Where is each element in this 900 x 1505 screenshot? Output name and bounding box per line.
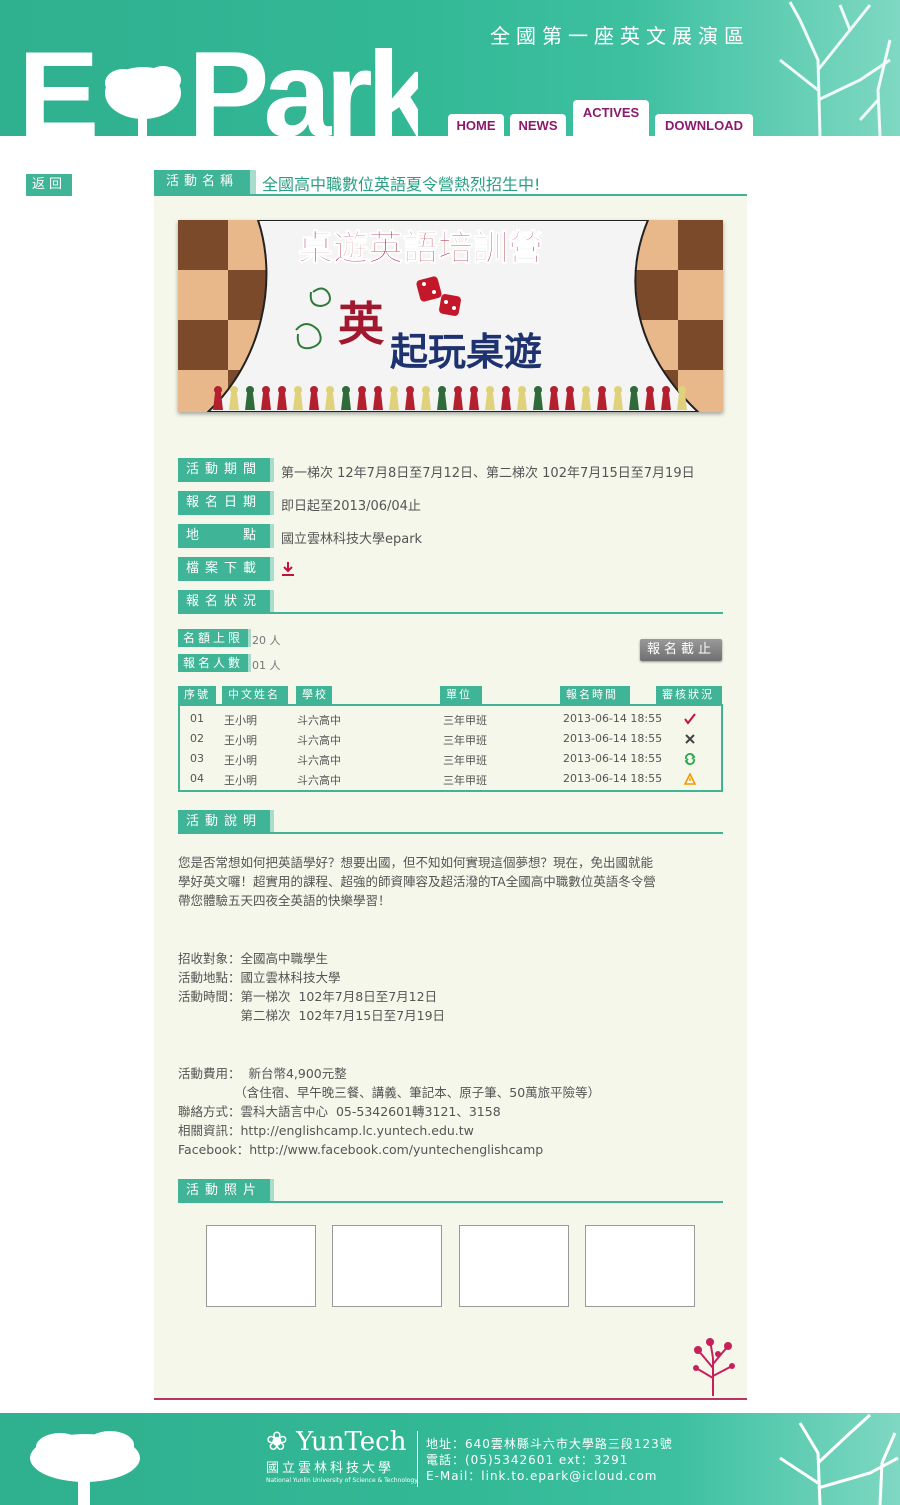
site-tagline: 全國第一座英文展演區 (490, 24, 750, 48)
table-cell-no: 03 (190, 752, 204, 765)
location-value: 國立雲林科技大學epark (281, 532, 423, 547)
count-value: 01 人 (252, 659, 281, 672)
quota-label: 名額上限 (178, 629, 251, 647)
photo-thumbnail[interactable] (332, 1225, 442, 1307)
photos-section-label: 活動照片 (178, 1179, 274, 1203)
footer-branch-icon (779, 1413, 899, 1505)
epark-logo[interactable]: E Park (18, 38, 418, 136)
table-cell-school: 斗六高中 (297, 714, 341, 727)
banner-sub-char: 英 (338, 297, 385, 351)
period-label: 活動期間 (178, 458, 274, 482)
table-cell-unit: 三年甲班 (443, 734, 487, 747)
detail-contact: 聯絡方式：雲科大語言中心 05-5342601轉3121、3158 (178, 1104, 501, 1119)
table-cell-time: 2013-06-14 18:55 (563, 752, 663, 765)
description-divider (178, 832, 723, 834)
check-icon (684, 713, 696, 725)
table-cell-name: 王小明 (224, 734, 257, 747)
activity-banner: 桌遊英語培訓營 英 起玩桌遊 (178, 220, 723, 412)
nav-download[interactable]: DOWNLOAD (655, 114, 753, 136)
photo-thumbnail[interactable] (585, 1225, 695, 1307)
site-header: 全國第一座英文展演區 E Park HOME NEWS ACTIVES DOWN… (0, 0, 900, 136)
nav-actives[interactable]: ACTIVES (573, 100, 649, 136)
footer-tree-icon (30, 1431, 140, 1505)
detail-info-link[interactable]: 相關資訊：http://englishcamp.lc.yuntech.edu.t… (178, 1121, 474, 1140)
detail-time-2: 第二梯次 102年7月15日至7月19日 (178, 1008, 446, 1023)
reg-date-label: 報名日期 (178, 491, 274, 515)
column-no: 序號 (178, 686, 216, 704)
download-icon[interactable] (282, 562, 294, 576)
table-cell-unit: 三年甲班 (443, 714, 487, 727)
download-label: 檔案下載 (178, 557, 274, 581)
footer-phone: 電話：(05)5342601 ext：3291 (426, 1453, 629, 1467)
registration-closed-button[interactable]: 報名截止 (640, 639, 722, 661)
yuntech-name-cn: 國立雲林科技大學 (266, 1461, 395, 1476)
description-section-label: 活動說明 (178, 810, 274, 834)
reg-date-value: 即日起至2013/06/04止 (281, 499, 421, 514)
table-cell-name: 王小明 (224, 774, 257, 787)
detail-location: 活動地點：國立雲林科技大學 (178, 970, 341, 985)
table-cell-time: 2013-06-14 18:55 (563, 732, 663, 745)
nav-news[interactable]: NEWS (510, 114, 566, 136)
table-cell-unit: 三年甲班 (443, 774, 487, 787)
detail-target: 招收對象：全國高中職學生 (178, 951, 329, 966)
yuntech-brand-text: YunTech (296, 1427, 407, 1457)
table-cell-school: 斗六高中 (297, 734, 341, 747)
description-intro-2: 學好英文囉！超實用的課程、超強的師資陣容及超活潑的TA全國高中職數位英語冬令營 (178, 874, 656, 889)
table-cell-time: 2013-06-14 18:55 (563, 712, 663, 725)
detail-fee: 活動費用： 新台幣4,900元整 (178, 1066, 347, 1081)
description-intro-3: 帶您體驗五天四夜全英語的快樂學習！ (178, 893, 391, 908)
footer-address: 地址：640雲林縣斗六市大學路三段123號 (426, 1437, 673, 1451)
pink-tree-icon (693, 1338, 735, 1396)
yuntech-name-en: National Yunlin University of Science & … (266, 1477, 418, 1484)
site-footer: ❀ YunTech 國立雲林科技大學 National Yunlin Unive… (0, 1413, 900, 1505)
yuntech-brand[interactable]: ❀ YunTech (266, 1427, 406, 1457)
detail-facebook-link[interactable]: Facebook：http://www.facebook.com/yuntech… (178, 1140, 543, 1159)
yuntech-flower-icon: ❀ (266, 1427, 288, 1457)
table-cell-school: 斗六高中 (297, 774, 341, 787)
photo-thumbnail[interactable] (459, 1225, 569, 1307)
table-cell-name: 王小明 (224, 714, 257, 727)
banner-sub-text: 起玩桌遊 (390, 330, 542, 374)
location-label: 地 點 (178, 524, 274, 548)
column-name: 中文姓名 (222, 686, 288, 704)
footer-email[interactable]: E-Mail：link.to.epark@icloud.com (426, 1467, 658, 1484)
photos-divider (178, 1201, 723, 1203)
column-school: 學校 (296, 686, 332, 704)
column-unit: 單位 (440, 686, 482, 704)
detail-fee-includes: （含住宿、早午晚三餐、講義、筆記本、原子筆、50萬旅平險等） (178, 1085, 601, 1100)
nav-home[interactable]: HOME (448, 114, 504, 136)
cross-icon (685, 734, 695, 744)
activity-name-label: 活動名稱 (154, 170, 256, 194)
registration-divider (178, 612, 723, 614)
warning-icon (684, 773, 696, 785)
svg-text:E: E (18, 38, 95, 136)
registration-section-label: 報名狀況 (178, 590, 274, 614)
table-cell-no: 04 (190, 772, 204, 785)
quota-value: 20 人 (252, 634, 281, 647)
count-label: 報名人數 (178, 654, 251, 672)
activity-name: 全國高中職數位英語夏令營熱烈招生中! (262, 175, 541, 194)
table-cell-no: 01 (190, 712, 204, 725)
photo-thumbnail[interactable] (206, 1225, 316, 1307)
table-cell-name: 王小明 (224, 754, 257, 767)
back-button[interactable]: 返回 (26, 174, 72, 196)
panel-bottom-rule (154, 1398, 747, 1400)
period-value: 第一梯次 12年7月8日至7月12日、第二梯次 102年7月15日至7月19日 (281, 466, 695, 481)
table-cell-unit: 三年甲班 (443, 754, 487, 767)
table-cell-time: 2013-06-14 18:55 (563, 772, 663, 785)
banner-artwork: 桌遊英語培訓營 英 起玩桌遊 (178, 220, 723, 412)
banner-headline: 桌遊英語培訓營 (298, 229, 543, 269)
column-status: 審核狀況 (656, 686, 722, 704)
table-cell-school: 斗六高中 (297, 754, 341, 767)
table-cell-no: 02 (190, 732, 204, 745)
footer-divider (417, 1431, 418, 1487)
tree-decoration-icon (779, 1, 892, 136)
detail-time-1: 活動時間：第一梯次 102年7月8日至7月12日 (178, 989, 438, 1004)
refresh-icon (684, 753, 696, 765)
svg-text:Park: Park (188, 38, 418, 136)
column-time: 報名時間 (560, 686, 630, 704)
description-intro-1: 您是否常想如何把英語學好？想要出國，但不知如何實現這個夢想？現在，免出國就能 (178, 855, 654, 870)
